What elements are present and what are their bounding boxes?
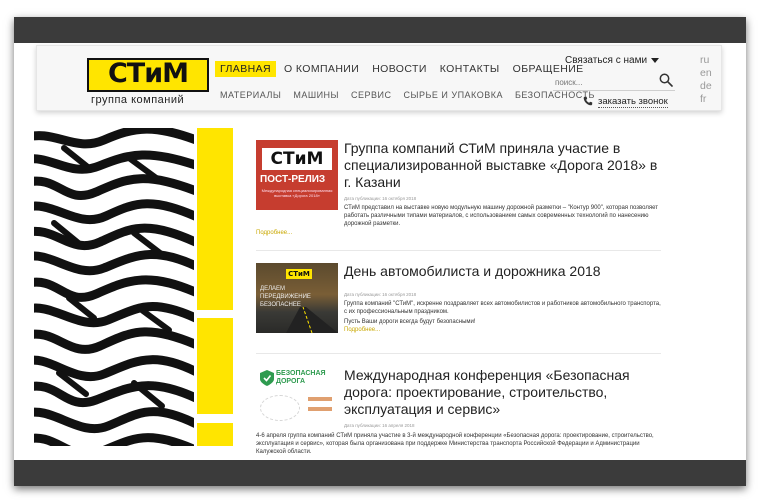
news-item: СТиМ ДЕЛАЕМ ПЕРЕДВИЖЕНИЕ БЕЗОПАСНЕЕ День… bbox=[256, 263, 676, 353]
safe-road-logo-icon bbox=[260, 370, 274, 386]
thumb-logo: БЕЗОПАСНАЯ ДОРОГА bbox=[276, 370, 326, 385]
search-icon[interactable] bbox=[659, 73, 673, 87]
news-date: Дата публикации: 16 октября 2018 bbox=[344, 292, 417, 297]
logo-text: СТиМ bbox=[107, 58, 189, 89]
nav-item-news[interactable]: НОВОСТИ bbox=[367, 61, 432, 77]
lang-ru[interactable]: ru bbox=[700, 54, 720, 67]
thumb-logo: СТиМ bbox=[270, 149, 324, 169]
lang-en[interactable]: en bbox=[700, 67, 720, 80]
sub-nav-materials[interactable]: МАТЕРИАЛЫ bbox=[220, 90, 281, 100]
thumb-caption: Международная специализированная выставк… bbox=[261, 188, 333, 198]
order-call-link[interactable]: заказать звонок bbox=[583, 96, 668, 108]
main-nav: ГЛАВНАЯ О КОМПАНИИ НОВОСТИ КОНТАКТЫ ОБРА… bbox=[215, 61, 592, 77]
page: СТиМ группа компаний ГЛАВНАЯ О КОМПАНИИ … bbox=[14, 43, 746, 460]
sub-nav-raw-materials[interactable]: СЫРЬЕ И УПАКОВКА bbox=[404, 90, 503, 100]
logo-subtitle: группа компаний bbox=[91, 94, 185, 106]
news-thumbnail[interactable]: СТиМ ПОСТ-РЕЛИЗ Международная специализи… bbox=[256, 140, 338, 210]
news-divider bbox=[256, 353, 661, 354]
news-item: СТиМ ПОСТ-РЕЛИЗ Международная специализи… bbox=[256, 140, 676, 250]
contact-us-label: Связаться с нами bbox=[565, 55, 648, 66]
logo[interactable]: СТиМ группа компаний bbox=[87, 58, 213, 110]
nav-item-home[interactable]: ГЛАВНАЯ bbox=[215, 61, 276, 77]
lang-de[interactable]: de bbox=[700, 80, 720, 93]
news-thumbnail[interactable]: БЕЗОПАСНАЯ ДОРОГА bbox=[256, 367, 338, 437]
news-title[interactable]: День автомобилиста и дорожника 2018 bbox=[344, 263, 664, 280]
thumb-label: ДЕЛАЕМ ПЕРЕДВИЖЕНИЕ БЕЗОПАСНЕЕ bbox=[260, 286, 311, 308]
order-call-label: заказать звонок bbox=[598, 96, 668, 108]
nav-item-about[interactable]: О КОМПАНИИ bbox=[279, 61, 364, 77]
thumb-logo: СТиМ bbox=[288, 270, 310, 278]
search-input[interactable] bbox=[553, 75, 675, 91]
news-summary: Группа компаний "СТиМ", искренне поздрав… bbox=[344, 301, 661, 315]
sub-nav-machines[interactable]: МАШИНЫ bbox=[293, 90, 339, 100]
news-summary: 4-6 апреля группа компаний СТиМ приняла … bbox=[256, 433, 654, 455]
yellow-stripe-1 bbox=[197, 128, 233, 310]
news-summary-wish: Пусть Ваши дороги всегда будут безопасны… bbox=[344, 319, 476, 325]
phone-icon bbox=[583, 97, 593, 106]
news-title[interactable]: Группа компаний СТиМ приняла участие в с… bbox=[344, 140, 664, 191]
yellow-stripe-3 bbox=[197, 423, 233, 446]
contact-us-dropdown[interactable]: Связаться с нами bbox=[565, 55, 660, 66]
news-more-link[interactable]: Подробнее... bbox=[256, 230, 292, 236]
site-header: СТиМ группа компаний ГЛАВНАЯ О КОМПАНИИ … bbox=[36, 45, 722, 111]
sub-nav: МАТЕРИАЛЫ МАШИНЫ СЕРВИС СЫРЬЕ И УПАКОВКА… bbox=[220, 90, 607, 100]
news-title[interactable]: Международная конференция «Безопасная до… bbox=[344, 367, 664, 418]
news-date: Дата публикации: 16 октября 2018 bbox=[344, 196, 417, 201]
sub-nav-service[interactable]: СЕРВИС bbox=[351, 90, 391, 100]
news-thumbnail[interactable]: СТиМ ДЕЛАЕМ ПЕРЕДВИЖЕНИЕ БЕЗОПАСНЕЕ bbox=[256, 263, 338, 333]
news-item: БЕЗОПАСНАЯ ДОРОГА Международная конферен… bbox=[256, 367, 676, 460]
zebra-pattern-decoration bbox=[34, 128, 194, 446]
map-decoration bbox=[260, 395, 300, 421]
road-illustration bbox=[286, 307, 338, 333]
lang-fr[interactable]: fr bbox=[700, 93, 720, 106]
caret-down-icon bbox=[651, 57, 660, 63]
news-summary: СТиМ представил на выставке новую модуль… bbox=[344, 205, 658, 227]
news-date: Дата публикации: 16 апреля 2018 bbox=[344, 423, 415, 428]
news-more-link[interactable]: Подробнее... bbox=[344, 327, 380, 333]
news-divider bbox=[256, 250, 661, 251]
browser-bottom-bar bbox=[14, 460, 746, 486]
thumb-label: ПОСТ-РЕЛИЗ bbox=[260, 174, 326, 185]
yellow-stripe-2 bbox=[197, 318, 233, 414]
nav-item-contacts[interactable]: КОНТАКТЫ bbox=[435, 61, 505, 77]
language-switcher: ru en de fr bbox=[700, 54, 720, 106]
